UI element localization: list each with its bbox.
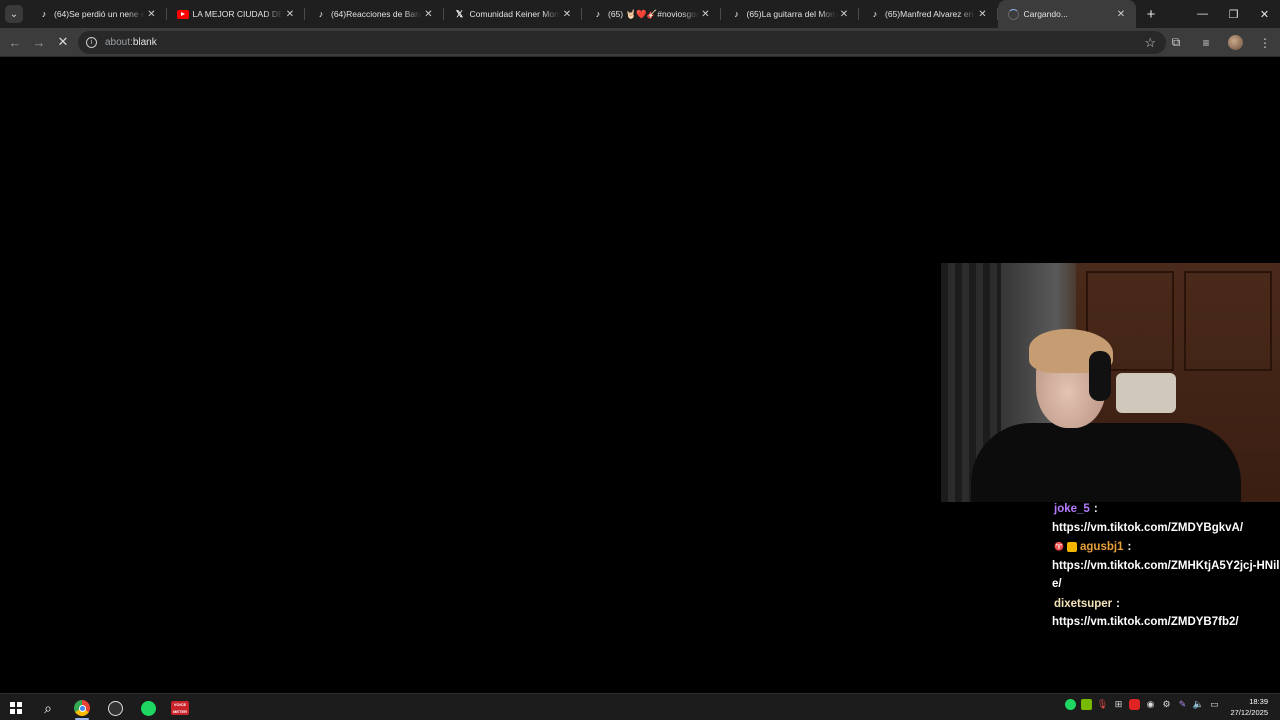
- nvidia-tray-icon[interactable]: [1081, 699, 1092, 710]
- info-icon[interactable]: i: [86, 37, 97, 48]
- close-icon[interactable]: ✕: [837, 9, 851, 20]
- back-button[interactable]: ←: [3, 30, 27, 54]
- network-icon[interactable]: ▭: [1209, 699, 1220, 710]
- tab-title: (65) 🤘🏻❤️🎸#noviosgoa: [608, 8, 699, 19]
- obs-icon[interactable]: [105, 698, 125, 718]
- new-tab-button[interactable]: +: [1136, 0, 1166, 28]
- webcam-feed: [941, 263, 1280, 502]
- browser-toolbar: ← → ✕ i about: blank ☆ ⧉ ≡ ⋮: [0, 28, 1280, 57]
- obs-tray-icon[interactable]: ◉: [1145, 699, 1156, 710]
- app-tray-icon[interactable]: ⊞: [1113, 699, 1124, 710]
- spotify-icon[interactable]: [138, 698, 158, 718]
- chevron-down-icon: ⌄: [5, 5, 23, 23]
- chat-text: https://vm.tiktok.com/ZMDYBgkvA/: [1052, 521, 1244, 534]
- search-icon[interactable]: ⌕: [38, 698, 58, 718]
- clock-time: 18:39: [1249, 697, 1268, 706]
- restore-icon[interactable]: ❐: [1218, 0, 1249, 28]
- close-window-icon[interactable]: ✕: [1249, 0, 1280, 28]
- steam-tray-icon[interactable]: ⚙: [1161, 699, 1172, 710]
- tab-loading-active[interactable]: Cargando... ✕: [997, 0, 1136, 28]
- voicemeeter-icon[interactable]: VOICE METER: [170, 698, 190, 718]
- screen: ⌄ ♪ (64)Se perdió un nene en ✕ LA MEJOR …: [0, 0, 1280, 720]
- close-icon[interactable]: ✕: [1114, 9, 1128, 20]
- tab-tiktok-2[interactable]: ♪ (64)Reacciones de Banan ✕: [305, 0, 444, 28]
- url-scheme: about:: [105, 37, 133, 48]
- toolbar-right: ⧉ ≡ ⋮: [1161, 28, 1280, 57]
- tab-list: ♪ (64)Se perdió un nene en ✕ LA MEJOR CI…: [28, 0, 1136, 28]
- tab-tiktok-1[interactable]: ♪ (64)Se perdió un nene en ✕: [28, 0, 167, 28]
- tab-tiktok-5[interactable]: ♪ (65)Manfred Alvarez en el ✕: [859, 0, 998, 28]
- windows-start-icon[interactable]: [6, 698, 26, 718]
- tab-title: (64)Reacciones de Banan: [331, 9, 422, 19]
- chat-username: agusbj1: [1080, 541, 1124, 553]
- chat-separator: :: [1093, 503, 1098, 515]
- clock-date: 27/12/2025: [1230, 708, 1268, 717]
- tab-title: (65)Manfred Alvarez en el: [885, 9, 976, 19]
- tab-youtube[interactable]: LA MEJOR CIUDAD DEL M ✕: [167, 0, 306, 28]
- tab-title: (65)La guitarra del Momo: [746, 9, 838, 19]
- pen-tray-icon[interactable]: ✎: [1177, 699, 1188, 710]
- close-icon[interactable]: ✕: [283, 9, 297, 20]
- close-icon[interactable]: ✕: [422, 9, 436, 20]
- tiktok-icon: ♪: [318, 9, 324, 19]
- tab-tiktok-4[interactable]: ♪ (65)La guitarra del Momo ✕: [721, 0, 860, 28]
- profile-avatar[interactable]: [1228, 35, 1243, 50]
- chat-message: joke_5 : https://vm.tiktok.com/ZMDYBgkvA…: [1052, 500, 1280, 537]
- chat-separator: :: [1116, 597, 1121, 610]
- chat-message: dixetsuper : https://vm.tiktok.com/ZMDYB…: [1052, 595, 1280, 632]
- volume-icon[interactable]: 🔈: [1193, 699, 1204, 710]
- tab-tiktok-3[interactable]: ♪ (65) 🤘🏻❤️🎸#noviosgoa ✕: [582, 0, 721, 28]
- pillow: [1116, 373, 1176, 413]
- tab-title: Comunidad Keiner Monit: [469, 9, 561, 19]
- chat-separator: :: [1127, 541, 1132, 553]
- chat-text: https://vm.tiktok.com/ZMHKtjA5Y2jcj-HNil…: [1052, 559, 1280, 591]
- close-icon[interactable]: ✕: [145, 9, 159, 20]
- record-tray-icon[interactable]: [1129, 699, 1140, 710]
- bookmark-star-icon[interactable]: ☆: [1144, 35, 1156, 51]
- tab-x[interactable]: 𝕏 Comunidad Keiner Monit ✕: [444, 0, 583, 28]
- chat-username: dixetsuper: [1054, 597, 1113, 610]
- mic-tray-icon[interactable]: 🎙: [1097, 699, 1108, 710]
- spotify-tray-icon[interactable]: [1065, 699, 1076, 710]
- close-icon[interactable]: ✕: [976, 9, 990, 20]
- system-tray: 🎙 ⊞ ◉ ⚙ ✎ 🔈 ▭: [1065, 699, 1220, 710]
- headphones-icon: [1089, 351, 1111, 401]
- person-shirt: [971, 423, 1241, 502]
- media-controls-icon[interactable]: ≡: [1191, 36, 1221, 50]
- loading-spinner-icon: [1008, 8, 1020, 20]
- menu-kebab-icon[interactable]: ⋮: [1250, 36, 1280, 50]
- forward-button[interactable]: →: [27, 30, 51, 54]
- x-icon: 𝕏: [455, 8, 464, 19]
- window-controls: — ❐ ✕: [1187, 0, 1280, 28]
- tab-strip: ⌄ ♪ (64)Se perdió un nene en ✕ LA MEJOR …: [0, 0, 1280, 28]
- close-icon[interactable]: ✕: [699, 9, 713, 20]
- heart-badge-icon: ♈: [1054, 542, 1064, 552]
- youtube-icon: [176, 8, 189, 20]
- tab-title: Cargando...: [1023, 9, 1068, 19]
- clock[interactable]: 18:39 27/12/2025: [1230, 696, 1268, 718]
- close-icon[interactable]: ✕: [560, 9, 574, 20]
- tiktok-icon: ♪: [41, 9, 47, 19]
- tiktok-icon: ♪: [872, 9, 878, 19]
- chat-username: joke_5: [1054, 503, 1090, 515]
- tab-title: LA MEJOR CIUDAD DEL M: [192, 9, 284, 19]
- url-text: blank: [132, 37, 157, 48]
- stop-loading-button[interactable]: ✕: [51, 30, 75, 54]
- taskbar: ⌕ VOICE METER 🎙 ⊞ ◉ ⚙ ✎ 🔈 ▭ 18:39 27/12/…: [0, 693, 1280, 720]
- stream-chat: joke_5 : https://vm.tiktok.com/ZMDYBgkvA…: [1052, 500, 1280, 633]
- chat-text: https://vm.tiktok.com/ZMDYB7fb2/: [1052, 616, 1239, 628]
- tab-search-button[interactable]: ⌄: [0, 0, 28, 28]
- tiktok-icon: ♪: [734, 9, 739, 19]
- address-bar[interactable]: i about: blank ☆: [78, 31, 1166, 54]
- tiktok-icon: ♪: [595, 9, 601, 19]
- minimize-icon[interactable]: —: [1187, 0, 1218, 28]
- crown-badge-icon: [1067, 542, 1077, 553]
- chrome-icon[interactable]: [72, 698, 92, 718]
- extensions-icon[interactable]: ⧉: [1161, 35, 1191, 50]
- tab-title: (64)Se perdió un nene en: [54, 9, 145, 19]
- chat-message: ♈ agusbj1 : https://vm.tiktok.com/ZMHKtj…: [1052, 538, 1280, 594]
